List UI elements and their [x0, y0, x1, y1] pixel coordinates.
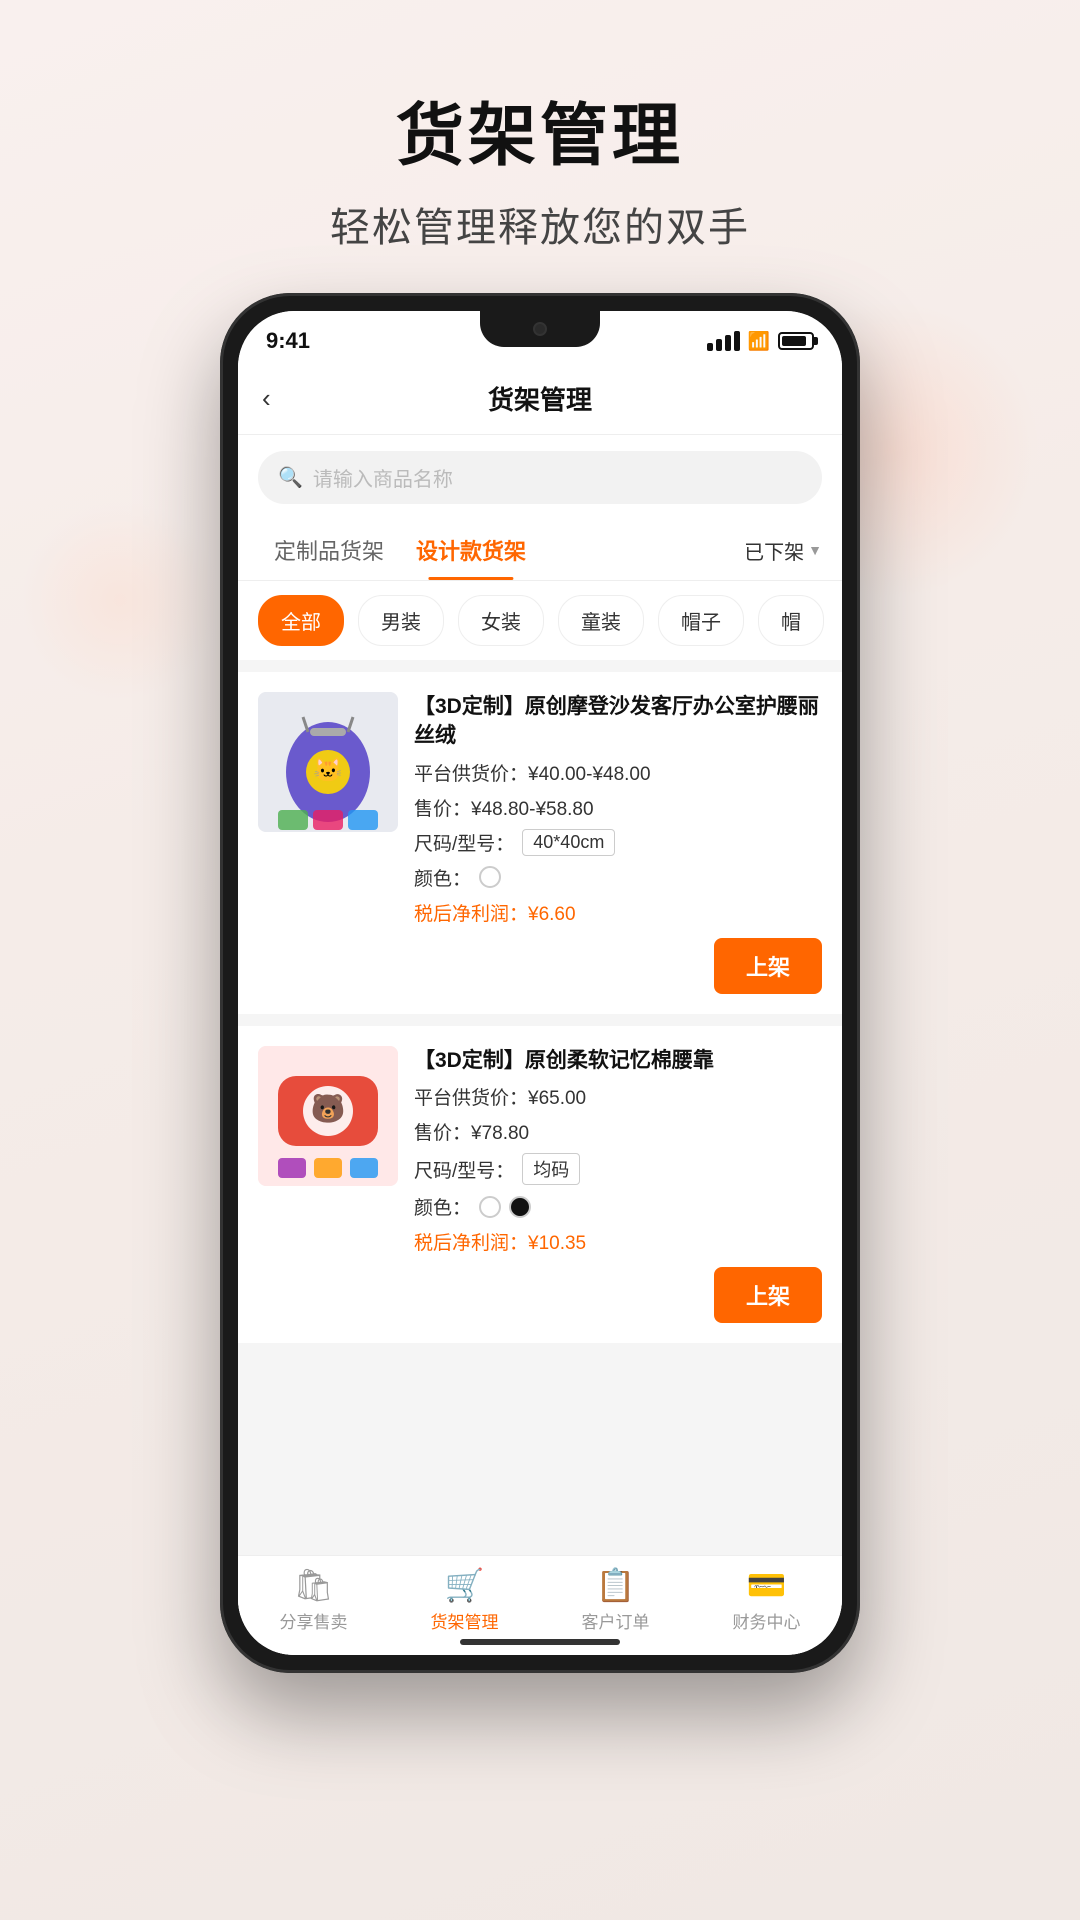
profit-2: 税后净利润：¥10.35	[414, 1228, 822, 1255]
svg-text:🐻: 🐻	[311, 1091, 346, 1125]
finance-label: 财务中心	[733, 1608, 801, 1633]
product-name-1: 【3D定制】原创摩登沙发客厅办公室护腰丽丝绒	[414, 692, 822, 751]
sell-price-1: 售价：¥48.80-¥58.80	[414, 794, 822, 821]
search-input[interactable]: 🔍 请输入商品名称	[258, 451, 822, 504]
platform-price-1: 平台供货价：¥40.00-¥48.00	[414, 759, 822, 786]
nav-bar: ‹ 货架管理	[238, 363, 842, 435]
status-filter[interactable]: 已下架 ▼	[744, 536, 822, 565]
tab-shelf-manage[interactable]: 🛒 货架管理	[389, 1566, 540, 1633]
finance-icon: 💳	[747, 1566, 787, 1604]
product-card-1: 🐱 【3D定制】原创摩登沙发客厅办公室护腰丽丝绒 平台供货价：¥40.00-¥4…	[238, 672, 842, 1014]
tab-share-sell[interactable]: 🛍 分享售卖	[238, 1566, 389, 1633]
shelf-manage-icon: 🛒	[445, 1566, 485, 1604]
battery-icon	[778, 332, 814, 350]
product-card-2: 🐻 【3D定制】原创柔软记忆棉腰靠 平台供货价：¥65.00 售价：¥78.80	[238, 1026, 842, 1343]
cat-women[interactable]: 女装	[458, 595, 544, 646]
page-sub-title: 轻松管理释放您的双手	[0, 195, 1080, 253]
back-button[interactable]: ‹	[262, 383, 271, 414]
size-badge-2: 均码	[522, 1153, 580, 1185]
color-row-1: 颜色：	[414, 864, 822, 891]
search-placeholder-text: 请输入商品名称	[313, 463, 453, 492]
cat-hat[interactable]: 帽子	[658, 595, 744, 646]
shelf-button-1[interactable]: 上架	[714, 938, 822, 994]
tab-row: 定制品货架 设计款货架 已下架 ▼	[238, 520, 842, 581]
sell-price-2: 售价：¥78.80	[414, 1118, 822, 1145]
cat-hat2[interactable]: 帽	[758, 595, 824, 646]
home-indicator	[460, 1639, 620, 1645]
wifi-icon: 📶	[748, 331, 770, 352]
color-swatch-white-2	[479, 1196, 501, 1218]
color-label-2: 颜色：	[414, 1193, 471, 1220]
color-label-1: 颜色：	[414, 864, 471, 891]
color-row-2: 颜色：	[414, 1193, 822, 1220]
product-details-2: 【3D定制】原创柔软记忆棉腰靠 平台供货价：¥65.00 售价：¥78.80 尺…	[414, 1046, 822, 1255]
shelf-manage-label: 货架管理	[431, 1608, 499, 1633]
tab-custom-shelf[interactable]: 定制品货架	[258, 520, 400, 580]
tab-finance[interactable]: 💳 财务中心	[691, 1566, 842, 1633]
nav-title: 货架管理	[488, 380, 592, 417]
svg-text:🐱: 🐱	[313, 757, 343, 784]
status-icons: 📶	[707, 331, 814, 352]
color-swatch-black-2	[509, 1196, 531, 1218]
cat-children[interactable]: 童装	[558, 595, 644, 646]
product-list: 🐱 【3D定制】原创摩登沙发客厅办公室护腰丽丝绒 平台供货价：¥40.00-¥4…	[238, 660, 842, 1555]
share-sell-label: 分享售卖	[280, 1608, 348, 1633]
status-time: 9:41	[266, 328, 310, 354]
signal-icon	[707, 331, 740, 351]
phone-notch	[480, 311, 600, 347]
size-label-2: 尺码/型号：	[414, 1156, 514, 1183]
size-row-1: 尺码/型号： 40*40cm	[414, 829, 822, 856]
search-icon: 🔍	[278, 465, 303, 490]
color-swatch-white-1	[479, 866, 501, 888]
page-main-title: 货架管理	[0, 80, 1080, 179]
size-label-1: 尺码/型号：	[414, 829, 514, 856]
product-name-2: 【3D定制】原创柔软记忆棉腰靠	[414, 1046, 822, 1075]
tab-customer-orders[interactable]: 📋 客户订单	[540, 1566, 691, 1633]
search-bar: 🔍 请输入商品名称	[238, 435, 842, 520]
cat-all[interactable]: 全部	[258, 595, 344, 646]
product-image-1: 🐱	[258, 692, 398, 832]
share-sell-icon: 🛍	[293, 1566, 334, 1604]
platform-price-2: 平台供货价：¥65.00	[414, 1083, 822, 1110]
customer-orders-label: 客户订单	[582, 1608, 650, 1633]
size-row-2: 尺码/型号： 均码	[414, 1153, 822, 1185]
dropdown-arrow-icon: ▼	[808, 542, 822, 558]
customer-orders-icon: 📋	[596, 1566, 636, 1604]
camera-dot	[533, 322, 547, 336]
profit-1: 税后净利润：¥6.60	[414, 899, 822, 926]
tab-design-shelf[interactable]: 设计款货架	[400, 520, 542, 580]
phone-frame: 9:41 📶 ‹ 货架管理	[220, 293, 860, 1673]
product-image-2: 🐻	[258, 1046, 398, 1186]
category-row: 全部 男装 女装 童装 帽子 帽	[238, 581, 842, 660]
shelf-button-2[interactable]: 上架	[714, 1267, 822, 1323]
cat-men[interactable]: 男装	[358, 595, 444, 646]
size-badge-1: 40*40cm	[522, 829, 615, 856]
product-details-1: 【3D定制】原创摩登沙发客厅办公室护腰丽丝绒 平台供货价：¥40.00-¥48.…	[414, 692, 822, 926]
status-filter-label: 已下架	[744, 536, 804, 565]
